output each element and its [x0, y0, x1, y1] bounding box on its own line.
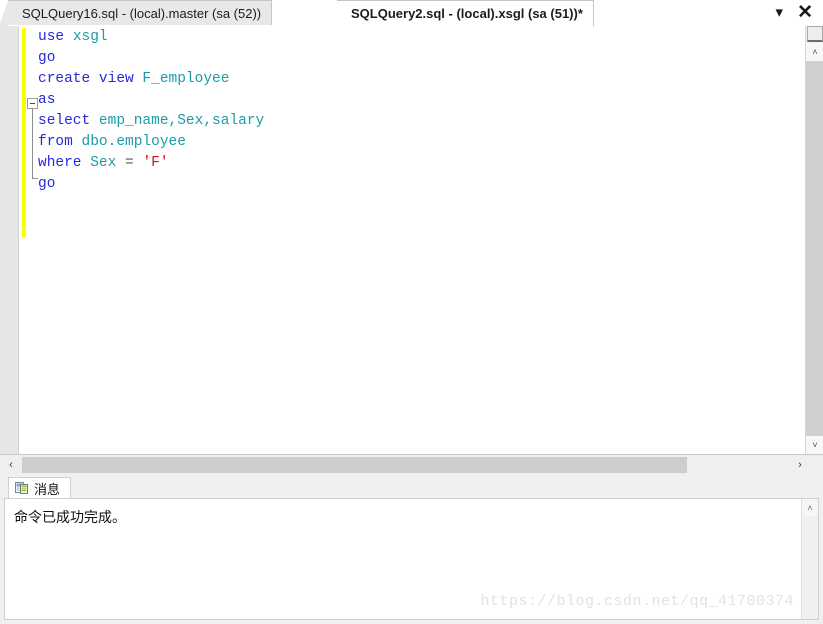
code-token: go [38, 176, 56, 192]
editor-vscroll-trough[interactable] [806, 61, 823, 436]
editor-indicator-margin[interactable] [0, 26, 19, 454]
tab-left-edge-icon [0, 1, 8, 26]
editor-tab-strip: SQLQuery16.sql - (local).master (sa (52)… [0, 0, 823, 27]
code-line: where Sex = 'F' [38, 153, 264, 174]
code-line: select emp_name,Sex,salary [38, 111, 264, 132]
outline-collapse-toggle[interactable] [27, 98, 38, 109]
scroll-down-icon[interactable]: ˅ [806, 436, 823, 454]
scroll-up-icon[interactable]: ˄ [802, 499, 818, 516]
scroll-left-icon[interactable]: ‹ [2, 455, 20, 475]
messages-vertical-scrollbar[interactable]: ˄ [801, 499, 818, 619]
code-token: create view [38, 71, 143, 87]
editor-hscroll-thumb[interactable] [22, 457, 687, 473]
code-line: go [38, 48, 264, 69]
code-token: dbo.employee [81, 134, 186, 150]
code-line: as [38, 90, 264, 111]
code-token: xsgl [72, 29, 108, 45]
results-tab-strip: 消息 [0, 475, 823, 498]
tab-strip-controls: ▾ ✕ [775, 0, 823, 25]
code-token: go [38, 50, 56, 66]
code-token: F_employee [142, 71, 230, 87]
results-tab-label: 消息 [34, 481, 61, 497]
editor-horizontal-scrollbar[interactable]: ‹ › [0, 454, 823, 475]
scroll-up-icon[interactable]: ˄ [806, 43, 823, 61]
sql-code-text[interactable]: use xsgl go create view F_employee as select… [38, 27, 264, 195]
code-line: from dbo.employee [38, 132, 264, 153]
code-line: use xsgl [38, 27, 264, 48]
code-token: select [38, 113, 99, 129]
code-token: Sex [90, 155, 117, 171]
code-token: from [38, 134, 82, 150]
watermark-text: https://blog.csdn.net/qq_41700374 [480, 593, 794, 610]
editor-split-handle[interactable] [807, 26, 823, 42]
messages-icon [15, 481, 29, 495]
scroll-right-icon[interactable]: › [791, 455, 809, 475]
outline-region-line [32, 109, 33, 179]
sql-editor-surface[interactable]: use xsgl go create view F_employee as select… [0, 26, 805, 454]
chevron-down-icon[interactable]: ▾ [776, 5, 784, 20]
code-token: emp_name,Sex,salary [98, 113, 265, 129]
tab-sqlquery16[interactable]: SQLQuery16.sql - (local).master (sa (52)… [0, 0, 273, 26]
sql-editor-pane: use xsgl go create view F_employee as select… [0, 26, 823, 475]
code-token: 'F' [142, 155, 169, 171]
tab-label: SQLQuery2.sql - (local).xsgl (sa (51))* [351, 6, 583, 21]
close-icon[interactable]: ✕ [797, 3, 813, 22]
code-line: go [38, 174, 264, 195]
tab-sqlquery2[interactable]: SQLQuery2.sql - (local).xsgl (sa (51))* [328, 0, 594, 27]
code-line: create view F_employee [38, 69, 264, 90]
messages-vscroll-trough[interactable] [802, 516, 818, 619]
results-pane: 消息 命令已成功完成。 ˄ https://blog.csdn.net/qq_4… [0, 475, 823, 624]
tab-label: SQLQuery16.sql - (local).master (sa (52)… [22, 5, 262, 21]
messages-output-area[interactable]: 命令已成功完成。 ˄ https://blog.csdn.net/qq_4170… [4, 498, 819, 620]
code-token: = [116, 155, 143, 171]
tab-left-edge-icon [328, 1, 337, 27]
code-token: where [38, 155, 91, 171]
tab-messages[interactable]: 消息 [8, 477, 72, 498]
code-token: as [38, 92, 56, 108]
messages-text: 命令已成功完成。 [14, 510, 126, 526]
editor-vertical-scrollbar[interactable]: ˄ ˅ [805, 26, 823, 454]
code-token: use [38, 29, 65, 45]
